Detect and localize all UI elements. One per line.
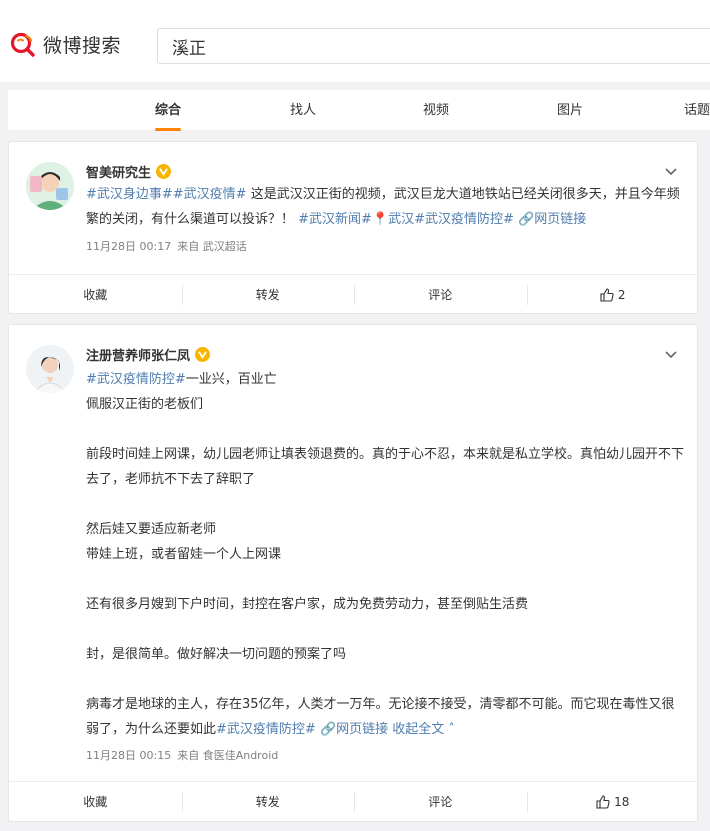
post-card: 注册营养师张仁凤 #武汉疫情防控#一业兴，百业亡 佩服汉正街的老板们 前段时间娃… [8,324,699,822]
post-time[interactable]: 11月28日 00:15 [86,749,171,762]
like-count: 2 [617,287,626,302]
search-input[interactable] [158,29,710,63]
post-paragraph: 前段时间娃上网课，幼儿园老师让填表领退费的。真的于心不忍，本来就是私立学校。真怕… [86,447,685,487]
like-button[interactable]: 2 [526,275,700,314]
post-header: 智美研究生 [86,162,172,181]
verified-badge-icon [156,164,172,179]
collect-button[interactable]: 收藏 [9,275,182,314]
post-paragraph: 还有很多月嫂到下户时间，封控在客户家，成为免费劳动力，甚至倒贴生活费 [86,597,529,612]
post-paragraph: 病毒才是地球的主人，存在35亿年，人类才一万年。无论接不接受，清零都不可能。而它… [86,697,675,737]
post-time[interactable]: 11月28日 00:17 [86,240,171,253]
hashtag-link[interactable]: #武汉身边事##武汉疫情# [86,187,247,202]
logo-text: 微博搜索 [43,34,122,57]
post-meta: 11月28日 00:17 来自 武汉超话 [86,238,247,254]
avatar-photo-icon [26,345,74,393]
avatar-illustration-icon [26,162,74,210]
hashtag-link[interactable]: #武汉新闻# [298,212,372,227]
post-meta: 11月28日 00:15 来自 食医佳Android [86,747,278,763]
hashtag-link[interactable]: #武汉疫情防控# [86,372,186,387]
header: 微博搜索 [0,0,710,82]
post-paragraph: 带娃上班，或者留娃一个人上网课 [86,547,282,562]
hashtag-link[interactable]: #武汉疫情防控# [414,212,514,227]
post-text: #武汉疫情防控#一业兴，百业亡 佩服汉正街的老板们 前段时间娃上网课，幼儿园老师… [86,367,686,742]
tab-comprehensive[interactable]: 综合 [148,90,188,131]
collect-button[interactable]: 收藏 [9,782,182,821]
magnifier-logo-icon [10,32,35,57]
post-paragraph: 佩服汉正街的老板们 [86,397,204,412]
web-link[interactable]: 🔗网页链接 [514,212,586,227]
repost-button[interactable]: 转发 [181,782,355,821]
post-paragraph: 封，是很简单。做好解决一切问题的预案了吗 [86,647,347,662]
avatar[interactable] [26,162,74,210]
action-bar: 收藏 转发 评论 18 [9,781,699,821]
post-paragraph: #武汉身边事##武汉疫情# 这是武汉汉正街的视频，武汉巨龙大道地铁站已经关闭很多… [86,187,680,227]
thumbs-up-icon [596,794,610,809]
tab-videos[interactable]: 视频 [416,90,456,131]
post-card: 智美研究生 #武汉身边事##武汉疫情# 这是武汉汉正街的视频，武汉巨龙大道地铁站… [8,141,699,314]
search-tabs: 综合 找人 视频 图片 话题 [8,90,710,131]
post-source[interactable]: 来自 武汉超话 [177,240,247,253]
hashtag-link[interactable]: #武汉疫情防控# [216,722,316,737]
tab-images[interactable]: 图片 [550,90,590,131]
username[interactable]: 智美研究生 [86,162,151,181]
like-count: 18 [614,794,630,809]
username[interactable]: 注册营养师张仁凤 [86,345,190,364]
post-paragraph: #武汉疫情防控#一业兴，百业亡 [86,372,277,387]
web-link[interactable]: 🔗网页链接 [316,722,388,737]
search-box[interactable] [157,28,710,64]
verified-badge-icon [195,347,211,362]
avatar[interactable] [26,345,74,393]
tab-topics[interactable]: 话题 [684,90,710,131]
comment-button[interactable]: 评论 [354,782,527,821]
action-bar: 收藏 转发 评论 2 [9,274,699,314]
post-source[interactable]: 来自 食医佳Android [177,749,278,762]
weibo-search-logo[interactable]: 微博搜索 [9,30,121,58]
post-text: #武汉身边事##武汉疫情# 这是武汉汉正街的视频，武汉巨龙大道地铁站已经关闭很多… [86,182,686,232]
post-header: 注册营养师张仁凤 [86,345,211,364]
collapse-fulltext-link[interactable]: 收起全文 ˄ [388,722,455,737]
chevron-down-icon[interactable] [663,347,679,363]
tab-users[interactable]: 找人 [283,90,323,131]
like-button[interactable]: 18 [526,782,700,821]
repost-button[interactable]: 转发 [181,275,355,314]
post-paragraph: 然后娃又要适应新老师 [86,522,217,537]
chevron-down-icon[interactable] [663,164,679,180]
location-link[interactable]: 📍武汉 [372,212,414,227]
comment-button[interactable]: 评论 [354,275,527,314]
thumbs-up-icon [600,287,614,302]
